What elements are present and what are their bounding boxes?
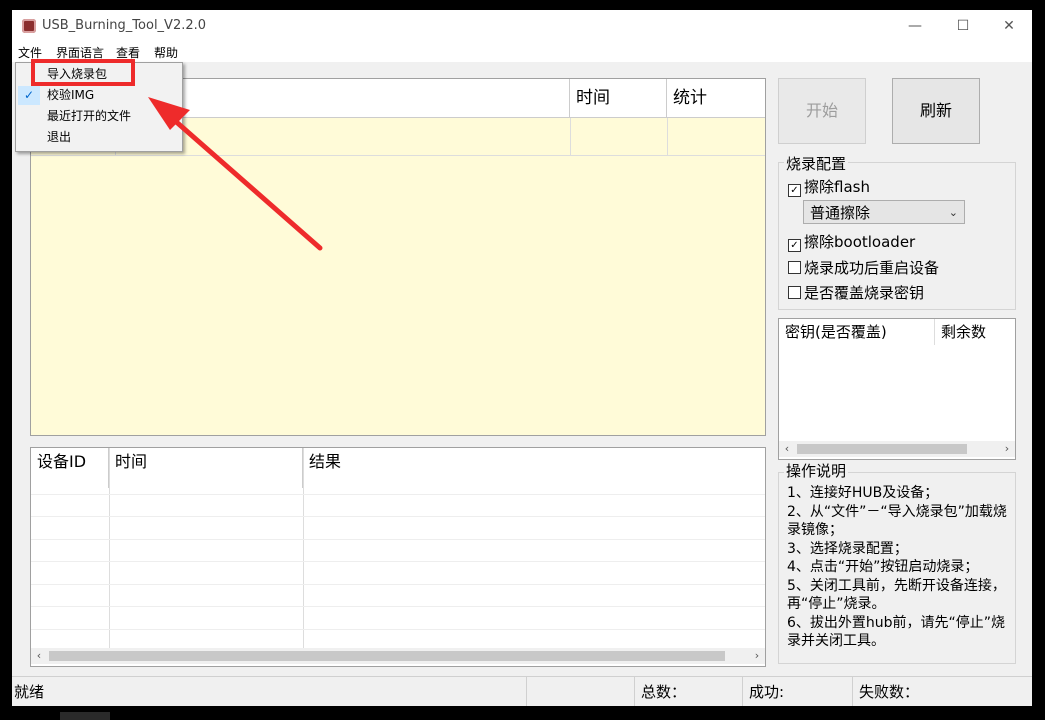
status-blank: [526, 677, 634, 707]
reboot-after-label: 烧录成功后重启设备: [804, 259, 940, 277]
column-header-time[interactable]: 时间: [570, 79, 667, 117]
erase-flash-label: 擦除flash: [804, 178, 870, 196]
overwrite-key-checkbox[interactable]: 是否覆盖烧录密钥: [788, 282, 924, 303]
erase-bootloader-label: 擦除bootloader: [804, 233, 916, 251]
column-header-stats[interactable]: 统计: [667, 79, 765, 117]
menu-item-recent-files[interactable]: 最近打开的文件: [16, 106, 182, 127]
scrollbar-thumb[interactable]: [797, 444, 967, 454]
checkbox-icon: ✓: [788, 239, 801, 252]
minimize-button[interactable]: —: [892, 12, 938, 40]
checkbox-icon: ✓: [788, 184, 801, 197]
overwrite-key-label: 是否覆盖烧录密钥: [804, 284, 925, 302]
menu-item-label: 退出: [47, 130, 72, 144]
row-divider: [666, 118, 668, 155]
column-header-key[interactable]: 密钥(是否覆盖): [779, 319, 935, 345]
table-row: [31, 629, 765, 630]
chevron-down-icon: ⌄: [948, 206, 958, 219]
maximize-button[interactable]: ☐: [940, 12, 986, 40]
total-count: 总数：: [634, 677, 742, 707]
key-list[interactable]: 密钥(是否覆盖) 剩余数 ‹ ›: [778, 318, 1016, 460]
window-title: USB_Burning_Tool_V2.2.0: [42, 18, 207, 33]
column-divider: [303, 448, 304, 648]
scrollbar-thumb[interactable]: [49, 651, 725, 661]
column-header-device-id[interactable]: 设备ID: [31, 448, 109, 488]
title-bar: USB_Burning_Tool_V2.2.0 — ☐ ✕: [12, 10, 1032, 42]
menu-item-label: 校验IMG: [47, 88, 95, 102]
decorative-block: [60, 712, 110, 720]
scroll-right-icon[interactable]: ›: [999, 441, 1015, 457]
table-row: [31, 561, 765, 562]
table-row: [31, 584, 765, 585]
menu-help[interactable]: 帮助: [154, 44, 178, 61]
fail-count: 失败数：: [852, 677, 1032, 707]
annotation-highlight-box: [31, 59, 135, 86]
checkmark-icon: ✓: [24, 88, 35, 102]
column-header-result[interactable]: 结果: [303, 448, 603, 488]
checkbox-icon: [788, 261, 801, 274]
column-header-remaining[interactable]: 剩余数: [935, 319, 1015, 345]
instructions-text: 1、连接好HUB及设备； 2、从“文件”－“导入烧录包”加载烧录镜像； 3、选择…: [787, 485, 1007, 649]
close-button[interactable]: ✕: [986, 12, 1032, 40]
start-button[interactable]: 开始: [778, 78, 866, 144]
menu-item-exit[interactable]: 退出: [16, 127, 182, 148]
menu-item-verify-img[interactable]: ✓ 校验IMG: [16, 85, 182, 106]
status-text: 就绪: [14, 683, 45, 701]
erase-flash-checkbox[interactable]: ✓ 擦除flash: [788, 176, 870, 197]
erase-mode-value: 普通擦除: [810, 204, 871, 222]
column-header-time[interactable]: 时间: [109, 448, 303, 488]
erase-mode-select[interactable]: 普通擦除 ⌄: [803, 200, 965, 224]
table-row: [31, 539, 765, 540]
scroll-right-icon[interactable]: ›: [749, 648, 765, 664]
success-count: 成功:: [742, 677, 852, 707]
app-icon: [22, 19, 36, 33]
menu-item-label: 最近打开的文件: [47, 109, 132, 123]
scroll-left-icon[interactable]: ‹: [779, 441, 795, 457]
table-row: [31, 516, 765, 517]
row-divider: [569, 118, 571, 155]
menu-bar: 文件 界面语言 查看 帮助: [12, 42, 1032, 62]
column-divider: [109, 448, 110, 648]
checkbox-icon: [788, 286, 801, 299]
horizontal-scrollbar[interactable]: ‹ ›: [31, 648, 765, 664]
burn-config-title: 烧录配置: [784, 153, 849, 174]
column-header-2[interactable]: [115, 79, 570, 117]
status-bar: 就绪 总数： 成功: 失败数：: [12, 676, 1032, 707]
reboot-after-checkbox[interactable]: 烧录成功后重启设备: [788, 257, 939, 278]
refresh-button[interactable]: 刷新: [892, 78, 980, 144]
horizontal-scrollbar[interactable]: ‹ ›: [779, 441, 1015, 457]
erase-bootloader-checkbox[interactable]: ✓ 擦除bootloader: [788, 231, 915, 252]
result-log-list[interactable]: 设备ID 时间 结果 ‹ ›: [30, 447, 766, 667]
app-window: USB_Burning_Tool_V2.2.0 — ☐ ✕ 文件 界面语言 查看…: [12, 10, 1032, 707]
table-row: [31, 494, 765, 495]
bottom-strip: [0, 706, 1045, 720]
instructions-title: 操作说明: [784, 460, 849, 481]
scroll-left-icon[interactable]: ‹: [31, 648, 47, 664]
table-row: [31, 606, 765, 607]
